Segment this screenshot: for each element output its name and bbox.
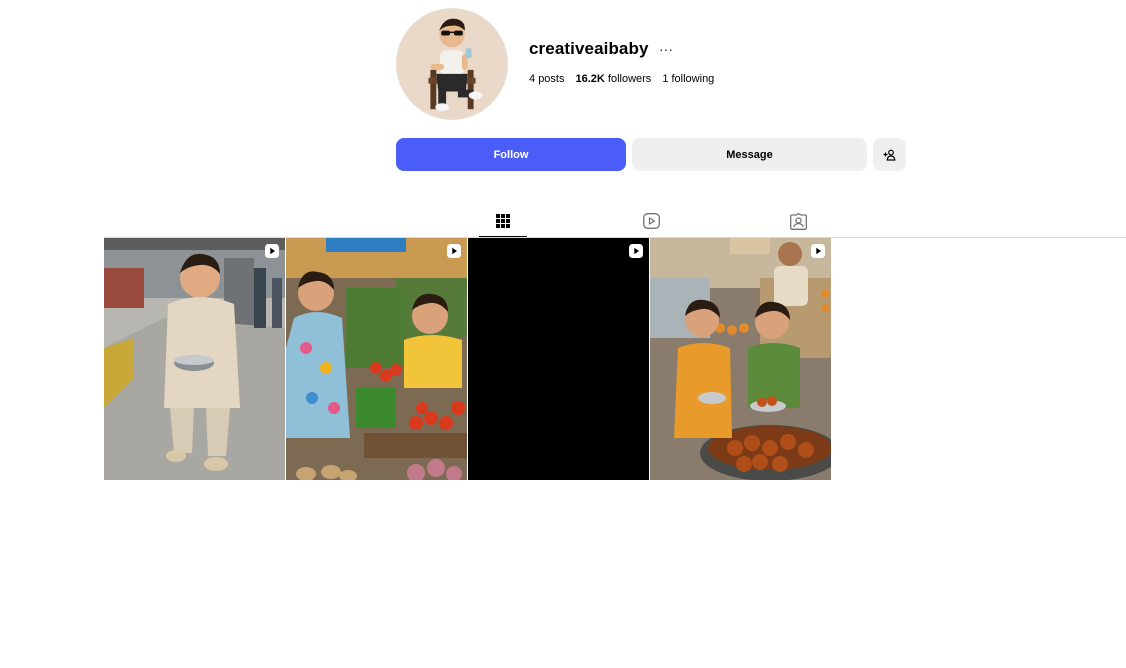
- tab-reels[interactable]: [627, 206, 675, 236]
- follow-button[interactable]: Follow: [396, 138, 626, 171]
- profile-username: creativeaibaby: [529, 39, 649, 58]
- message-button[interactable]: Message: [632, 138, 867, 171]
- posts-stat: 4 posts: [529, 73, 564, 85]
- following-stat[interactable]: 1 following: [662, 73, 714, 85]
- reel-badge-icon: [265, 244, 279, 258]
- profile-stats: 4 posts 16.2K followers 1 following: [529, 73, 714, 85]
- followers-stat[interactable]: 16.2K followers: [575, 73, 651, 85]
- posts-grid: [104, 238, 831, 480]
- post-image: [468, 238, 649, 480]
- tagged-icon: [789, 212, 807, 230]
- followers-label: followers: [607, 73, 652, 85]
- reel-badge-icon: [811, 244, 825, 258]
- following-label: following: [671, 73, 715, 85]
- post-thumbnail[interactable]: [650, 238, 831, 480]
- post-thumbnail[interactable]: [468, 238, 649, 480]
- reel-badge-icon: [447, 244, 461, 258]
- post-image: [104, 238, 285, 480]
- reels-icon: [642, 213, 660, 229]
- profile-avatar[interactable]: [396, 8, 508, 120]
- post-thumbnail[interactable]: [286, 238, 467, 480]
- avatar-image: [397, 9, 507, 119]
- grid-icon: [496, 214, 510, 228]
- post-thumbnail[interactable]: [104, 238, 285, 480]
- tab-tagged[interactable]: [774, 206, 822, 236]
- posts-label: posts: [538, 73, 565, 85]
- tab-posts[interactable]: [479, 206, 527, 236]
- post-image: [650, 238, 831, 480]
- followers-count: 16.2K: [575, 73, 605, 85]
- following-count: 1: [662, 73, 669, 85]
- reel-badge-icon: [629, 244, 643, 258]
- posts-count: 4: [529, 73, 536, 85]
- post-image: [286, 238, 467, 480]
- add-user-button[interactable]: [873, 138, 906, 171]
- more-horizontal-icon[interactable]: ···: [659, 41, 673, 57]
- add-user-icon: [883, 149, 896, 161]
